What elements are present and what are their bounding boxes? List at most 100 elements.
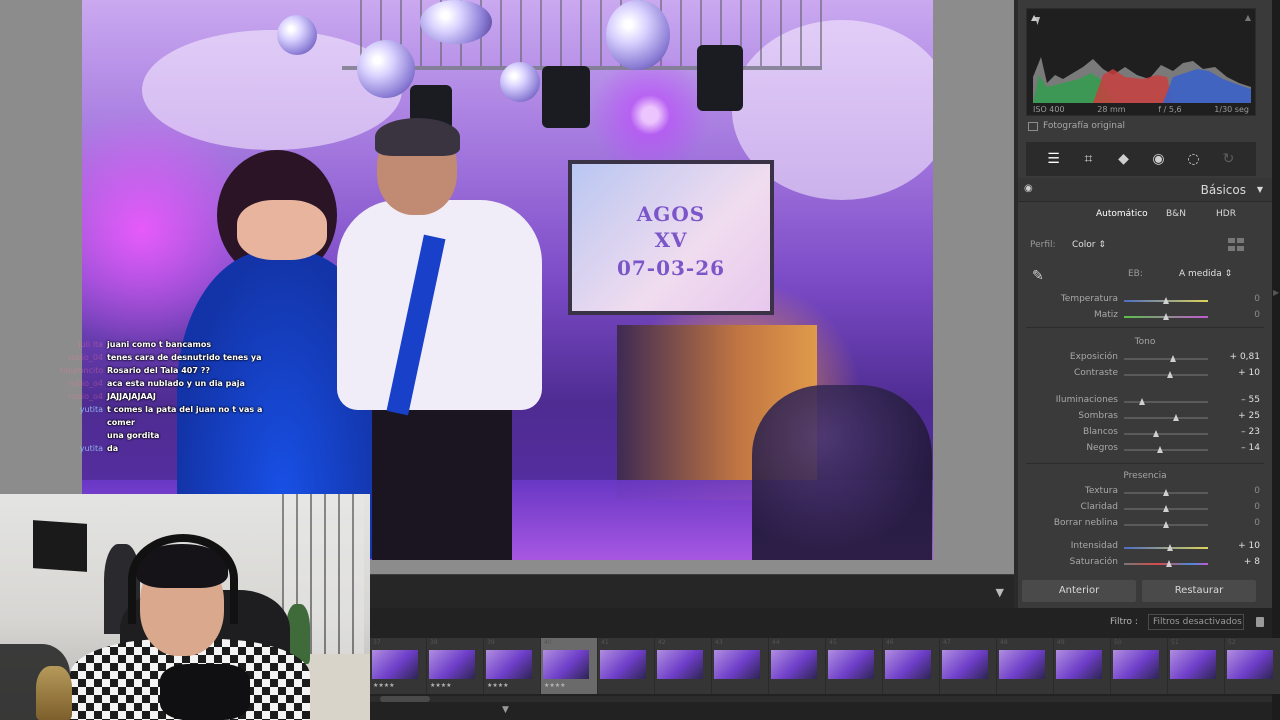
slider-claridad[interactable]: Claridad 0 — [1018, 502, 1272, 516]
thumbnail-image[interactable] — [885, 650, 931, 679]
treatment-bw[interactable]: B&N — [1166, 209, 1186, 219]
filmstrip-thumbnail[interactable]: 42 — [655, 638, 712, 694]
star-rating[interactable]: ★★★★ — [373, 682, 395, 689]
thumbnail-image[interactable] — [600, 650, 646, 679]
slider-value[interactable]: 0 — [1254, 294, 1260, 304]
treatment-auto[interactable]: Automático — [1096, 209, 1148, 219]
filter-select[interactable]: Filtros desactivados — [1148, 614, 1244, 630]
slider-track[interactable] — [1124, 544, 1208, 551]
slider-track[interactable] — [1124, 505, 1208, 512]
filmstrip-thumbnail[interactable]: 44 — [769, 638, 826, 694]
thumbnail-image[interactable] — [771, 650, 817, 679]
slider-thumb[interactable] — [1157, 446, 1164, 453]
filmstrip-thumbnail[interactable]: 46 — [883, 638, 940, 694]
chevron-down-icon[interactable]: ▼ — [996, 586, 1004, 599]
star-rating[interactable]: ★★★★ — [430, 682, 452, 689]
slider-value[interactable]: 0 — [1254, 502, 1260, 512]
basics-header[interactable]: ◉ Básicos ▼ — [1018, 178, 1272, 202]
slider-thumb[interactable] — [1167, 371, 1174, 378]
slider-negros[interactable]: Negros – 14 — [1018, 443, 1272, 457]
filmstrip-thumbnail[interactable]: 50 — [1111, 638, 1168, 694]
slider-track[interactable] — [1124, 446, 1208, 453]
profile-select[interactable]: Color ⇕ — [1072, 240, 1106, 250]
slider-thumb[interactable] — [1173, 414, 1180, 421]
slider-thumb[interactable] — [1152, 430, 1159, 437]
filmstrip-thumbnail[interactable]: 48 — [997, 638, 1054, 694]
thumbnail-image[interactable] — [486, 650, 532, 679]
slider-track[interactable] — [1124, 489, 1208, 496]
clip-shadow-icon[interactable]: ▲ — [1031, 13, 1037, 22]
slider-sombras[interactable]: Sombras + 25 — [1018, 411, 1272, 425]
slider-track[interactable] — [1124, 560, 1208, 567]
slider-value[interactable]: – 23 — [1241, 427, 1260, 437]
slider-contraste[interactable]: Contraste + 10 — [1018, 368, 1272, 382]
slider-thumb[interactable] — [1163, 313, 1169, 320]
thumbnail-image[interactable] — [429, 650, 475, 679]
photo-preview[interactable]: AGOS XV 07-03-26 — [82, 0, 933, 560]
thumbnail-image[interactable] — [657, 650, 703, 679]
filmstrip-thumbnail[interactable]: 38 ★★★★ — [427, 638, 484, 694]
collapse-triangle-icon[interactable]: ▼ — [1257, 185, 1263, 194]
chevron-down-icon[interactable]: ▼ — [502, 705, 509, 715]
eye-icon[interactable]: ◉ — [1024, 183, 1033, 194]
slider-value[interactable]: – 55 — [1241, 395, 1260, 405]
slider-track[interactable] — [1124, 355, 1208, 362]
thumbnail-image[interactable] — [1227, 650, 1273, 679]
reset-button[interactable]: Restaurar — [1142, 580, 1256, 602]
slider-thumb[interactable] — [1163, 489, 1169, 496]
treatment-hdr[interactable]: HDR — [1216, 209, 1236, 219]
clip-highlight-icon[interactable]: ▲ — [1245, 13, 1251, 22]
slider-track[interactable] — [1124, 398, 1208, 405]
slider-textura[interactable]: Textura 0 — [1018, 486, 1272, 500]
filmstrip-thumbnail[interactable]: 45 — [826, 638, 883, 694]
slider-thumb[interactable] — [1139, 398, 1146, 405]
slider-intensidad[interactable]: Intensidad + 10 — [1018, 541, 1272, 555]
slider-thumb[interactable] — [1163, 297, 1169, 304]
scroll-thumb[interactable] — [380, 696, 430, 702]
thumbnail-image[interactable] — [942, 650, 988, 679]
thumbnail-image[interactable] — [828, 650, 874, 679]
filmstrip-scrollbar[interactable] — [370, 696, 1272, 702]
slider-track[interactable] — [1124, 430, 1208, 437]
eyedropper-icon[interactable]: ✎ — [1032, 268, 1054, 290]
original-checkbox[interactable] — [1028, 121, 1038, 131]
mask-icon[interactable]: ◌ — [1183, 151, 1205, 167]
slider-value[interactable]: + 0,81 — [1230, 352, 1260, 362]
slider-exposici-n[interactable]: Exposición + 0,81 — [1018, 352, 1272, 366]
filmstrip-thumbnail[interactable]: 52 — [1225, 638, 1280, 694]
slider-thumb[interactable] — [1167, 544, 1174, 551]
slider-blancos[interactable]: Blancos – 23 — [1018, 427, 1272, 441]
profile-browser-icon[interactable] — [1228, 238, 1244, 251]
thumbnail-image[interactable] — [1056, 650, 1102, 679]
slider-thumb[interactable] — [1163, 521, 1169, 528]
slider-saturaci-n[interactable]: Saturación + 8 — [1018, 557, 1272, 571]
slider-track[interactable] — [1124, 414, 1208, 421]
slider-value[interactable]: + 25 — [1238, 411, 1260, 421]
slider-thumb[interactable] — [1166, 560, 1173, 567]
thumbnail-image[interactable] — [714, 650, 760, 679]
slider-value[interactable]: + 10 — [1238, 368, 1260, 378]
filmstrip-thumbnail[interactable]: 41 — [598, 638, 655, 694]
wb-select[interactable]: A medida ⇕ — [1179, 269, 1232, 279]
slider-track[interactable] — [1124, 313, 1208, 320]
filmstrip-thumbnail[interactable]: 51 — [1168, 638, 1225, 694]
filmstrip-thumbnail[interactable]: 49 — [1054, 638, 1111, 694]
thumbnail-image[interactable] — [999, 650, 1045, 679]
expand-right-icon[interactable]: ▶ — [1273, 288, 1279, 297]
original-photo-toggle[interactable]: Fotografía original — [1028, 121, 1125, 131]
slider-track[interactable] — [1124, 521, 1208, 528]
crop-icon[interactable]: ⌗ — [1078, 151, 1100, 167]
slider-value[interactable]: + 10 — [1238, 541, 1260, 551]
thumbnail-image[interactable] — [1113, 650, 1159, 679]
slider-value[interactable]: 0 — [1254, 518, 1260, 528]
slider-matiz[interactable]: Matiz 0 — [1018, 310, 1272, 324]
preset-icon[interactable]: ↻ — [1218, 151, 1240, 167]
star-rating[interactable]: ★★★★ — [544, 682, 566, 689]
filmstrip-thumbnail[interactable]: 37 ★★★★ — [370, 638, 427, 694]
slider-thumb[interactable] — [1163, 505, 1169, 512]
redeye-icon[interactable]: ◉ — [1148, 151, 1170, 167]
slider-track[interactable] — [1124, 297, 1208, 304]
right-panel-edge[interactable]: ▶ — [1272, 0, 1280, 720]
eraser-icon[interactable]: ◆ — [1113, 151, 1135, 167]
slider-temperatura[interactable]: Temperatura 0 — [1018, 294, 1272, 308]
